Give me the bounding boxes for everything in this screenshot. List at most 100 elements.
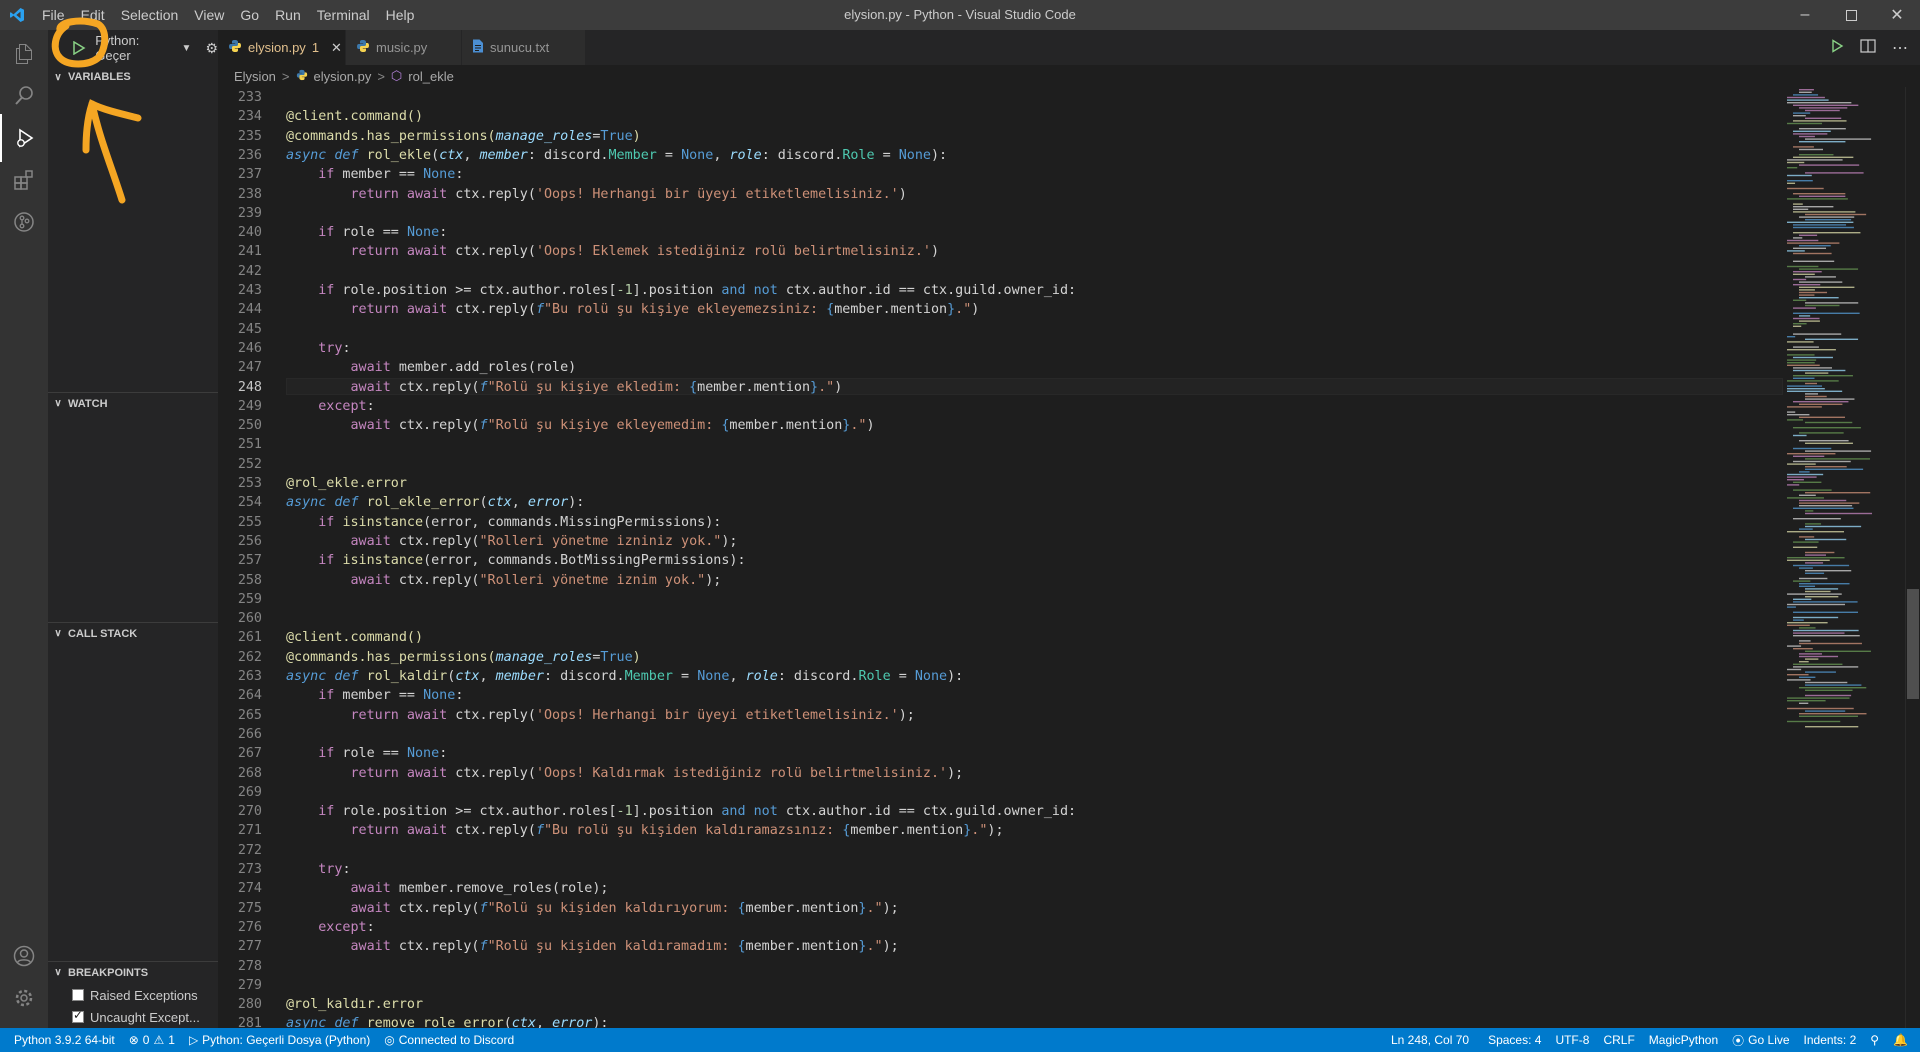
- code-line[interactable]: 244 return await ctx.reply(f"Bu rolü şu …: [218, 300, 1783, 319]
- menu-item-selection[interactable]: Selection: [113, 0, 187, 30]
- section-watch[interactable]: ∨ WATCH: [48, 392, 218, 414]
- code-line[interactable]: 233: [218, 88, 1783, 107]
- debug-gear-icon[interactable]: ⚙: [205, 40, 218, 57]
- code-line[interactable]: 257 if isinstance(error, commands.BotMis…: [218, 551, 1783, 570]
- code-line[interactable]: 271 return await ctx.reply(f"Bu rolü şu …: [218, 821, 1783, 840]
- notifications-icon[interactable]: 🔔: [1886, 1028, 1920, 1052]
- indentation-spaces[interactable]: Spaces: 4: [1481, 1028, 1548, 1052]
- menu-item-edit[interactable]: Edit: [73, 0, 113, 30]
- checkbox[interactable]: [72, 989, 84, 1001]
- scrollbar-thumb[interactable]: [1907, 589, 1919, 699]
- problems-indicator[interactable]: ⊗ 0 ⚠ 1: [122, 1028, 182, 1052]
- code-line[interactable]: 256 await ctx.reply("Rolleri yönetme izn…: [218, 532, 1783, 551]
- code-line[interactable]: 241 return await ctx.reply('Oops! Ekleme…: [218, 242, 1783, 261]
- source-control-icon[interactable]: [0, 198, 48, 246]
- code-line[interactable]: 252: [218, 455, 1783, 474]
- code-editor[interactable]: 233 234 @client.command() 235 @commands.has_…: [218, 87, 1783, 1028]
- section-variables[interactable]: ∨ VARIABLES: [48, 66, 218, 88]
- minimap[interactable]: [1783, 87, 1905, 1028]
- close-icon[interactable]: ✕: [1874, 0, 1920, 30]
- language-mode[interactable]: MagicPython: [1642, 1028, 1725, 1052]
- code-line[interactable]: 236 async def rol_ekle(ctx, member: disco…: [218, 146, 1783, 165]
- indents-status[interactable]: Indents: 2: [1797, 1028, 1864, 1052]
- section-call-stack[interactable]: ∨ CALL STACK: [48, 622, 218, 644]
- code-line[interactable]: 267 if role == None:: [218, 744, 1783, 763]
- breadcrumb-symbol[interactable]: rol_ekle: [408, 69, 454, 84]
- tab-music[interactable]: music.py: [346, 30, 462, 65]
- menu-item-help[interactable]: Help: [378, 0, 423, 30]
- code-line[interactable]: 269: [218, 783, 1783, 802]
- code-line[interactable]: 234 @client.command(): [218, 107, 1783, 126]
- split-editor-icon[interactable]: [1860, 39, 1876, 56]
- code-line[interactable]: 280 @rol_kaldır.error: [218, 995, 1783, 1014]
- breadcrumb-file[interactable]: elysion.py: [314, 69, 372, 84]
- code-line[interactable]: 273 try:: [218, 860, 1783, 879]
- run-file-icon[interactable]: [1830, 39, 1844, 56]
- chevron-down-icon[interactable]: ▼: [182, 43, 192, 54]
- code-line[interactable]: 277 await ctx.reply(f"Rolü şu kişiden ka…: [218, 937, 1783, 956]
- code-line[interactable]: 247 await member.add_roles(role): [218, 358, 1783, 377]
- code-line[interactable]: 281 async def remove_role_error(ctx, erro…: [218, 1014, 1783, 1028]
- code-line[interactable]: 253 @rol_ekle.error: [218, 474, 1783, 493]
- code-line[interactable]: 255 if isinstance(error, commands.Missin…: [218, 513, 1783, 532]
- code-line[interactable]: 263 async def rol_kaldir(ctx, member: dis…: [218, 667, 1783, 686]
- tab-elysion[interactable]: elysion.py 1 ✕: [218, 30, 346, 65]
- code-line[interactable]: 239: [218, 204, 1783, 223]
- breadcrumb-folder[interactable]: Elysion: [234, 69, 276, 84]
- code-line[interactable]: 264 if member == None:: [218, 686, 1783, 705]
- discord-status[interactable]: ◎ Connected to Discord: [377, 1028, 521, 1052]
- debug-config-select[interactable]: Python: Geçer: [95, 33, 175, 63]
- code-line[interactable]: 265 return await ctx.reply('Oops! Herhan…: [218, 706, 1783, 725]
- code-line[interactable]: 240 if role == None:: [218, 223, 1783, 242]
- interpreter-select[interactable]: Python 3.9.2 64-bit: [0, 1028, 122, 1052]
- code-line[interactable]: 235 @commands.has_permissions(manage_role…: [218, 127, 1783, 146]
- code-line[interactable]: 262 @commands.has_permissions(manage_role…: [218, 648, 1783, 667]
- code-line[interactable]: 270 if role.position >= ctx.author.roles…: [218, 802, 1783, 821]
- close-tab-icon[interactable]: ✕: [331, 40, 342, 56]
- code-line[interactable]: 245: [218, 320, 1783, 339]
- extensions-icon[interactable]: [0, 156, 48, 204]
- run-debug-icon[interactable]: [0, 114, 48, 162]
- code-line[interactable]: 260: [218, 609, 1783, 628]
- code-line[interactable]: 278: [218, 957, 1783, 976]
- menu-item-run[interactable]: Run: [267, 0, 309, 30]
- code-line[interactable]: 279: [218, 976, 1783, 995]
- menu-item-file[interactable]: File: [34, 0, 73, 30]
- code-line[interactable]: 238 return await ctx.reply('Oops! Herhan…: [218, 185, 1783, 204]
- code-line[interactable]: 275 await ctx.reply(f"Rolü şu kişiden ka…: [218, 899, 1783, 918]
- menu-item-terminal[interactable]: Terminal: [309, 0, 378, 30]
- maximize-icon[interactable]: [1828, 0, 1874, 30]
- code-line[interactable]: 254 async def rol_ekle_error(ctx, error):: [218, 493, 1783, 512]
- code-line[interactable]: 242: [218, 262, 1783, 281]
- menu-item-go[interactable]: Go: [232, 0, 267, 30]
- code-line[interactable]: 237 if member == None:: [218, 165, 1783, 184]
- code-line[interactable]: 251: [218, 435, 1783, 454]
- code-line[interactable]: 248 await ctx.reply(f"Rolü şu kişiye ekl…: [218, 377, 1783, 397]
- code-line[interactable]: 261 @client.command(): [218, 628, 1783, 647]
- go-live-button[interactable]: ⦿ Go Live: [1725, 1028, 1796, 1052]
- feedback-icon[interactable]: ⚲: [1863, 1028, 1886, 1052]
- breakpoint-raised-exceptions[interactable]: Raised Exceptions: [72, 985, 198, 1005]
- editor-scrollbar[interactable]: [1905, 87, 1920, 1028]
- code-line[interactable]: 266: [218, 725, 1783, 744]
- minimize-icon[interactable]: –: [1782, 0, 1828, 30]
- code-line[interactable]: 258 await ctx.reply("Rolleri yönetme izn…: [218, 571, 1783, 590]
- breakpoint-uncaught-exceptions[interactable]: Uncaught Except...: [72, 1007, 200, 1027]
- code-line[interactable]: 246 try:: [218, 339, 1783, 358]
- encoding[interactable]: UTF-8: [1548, 1028, 1596, 1052]
- gear-icon[interactable]: [0, 974, 48, 1022]
- start-debugging-button[interactable]: [68, 37, 89, 59]
- section-breakpoints[interactable]: ∨ BREAKPOINTS: [48, 961, 218, 983]
- cursor-position[interactable]: Ln 248, Col 70: [1384, 1028, 1481, 1052]
- explorer-icon[interactable]: [0, 30, 48, 78]
- tab-sunucu[interactable]: sunucu.txt: [462, 30, 586, 65]
- code-line[interactable]: 243 if role.position >= ctx.author.roles…: [218, 281, 1783, 300]
- code-line[interactable]: 272: [218, 841, 1783, 860]
- code-line[interactable]: 250 await ctx.reply(f"Rolü şu kişiye ekl…: [218, 416, 1783, 435]
- code-line[interactable]: 268 return await ctx.reply('Oops! Kaldır…: [218, 764, 1783, 783]
- end-of-line[interactable]: CRLF: [1596, 1028, 1641, 1052]
- debug-config-status[interactable]: ▷ Python: Geçerli Dosya (Python): [182, 1028, 377, 1052]
- checkbox[interactable]: [72, 1008, 84, 1023]
- code-line[interactable]: 249 except:: [218, 397, 1783, 416]
- code-line[interactable]: 259: [218, 590, 1783, 609]
